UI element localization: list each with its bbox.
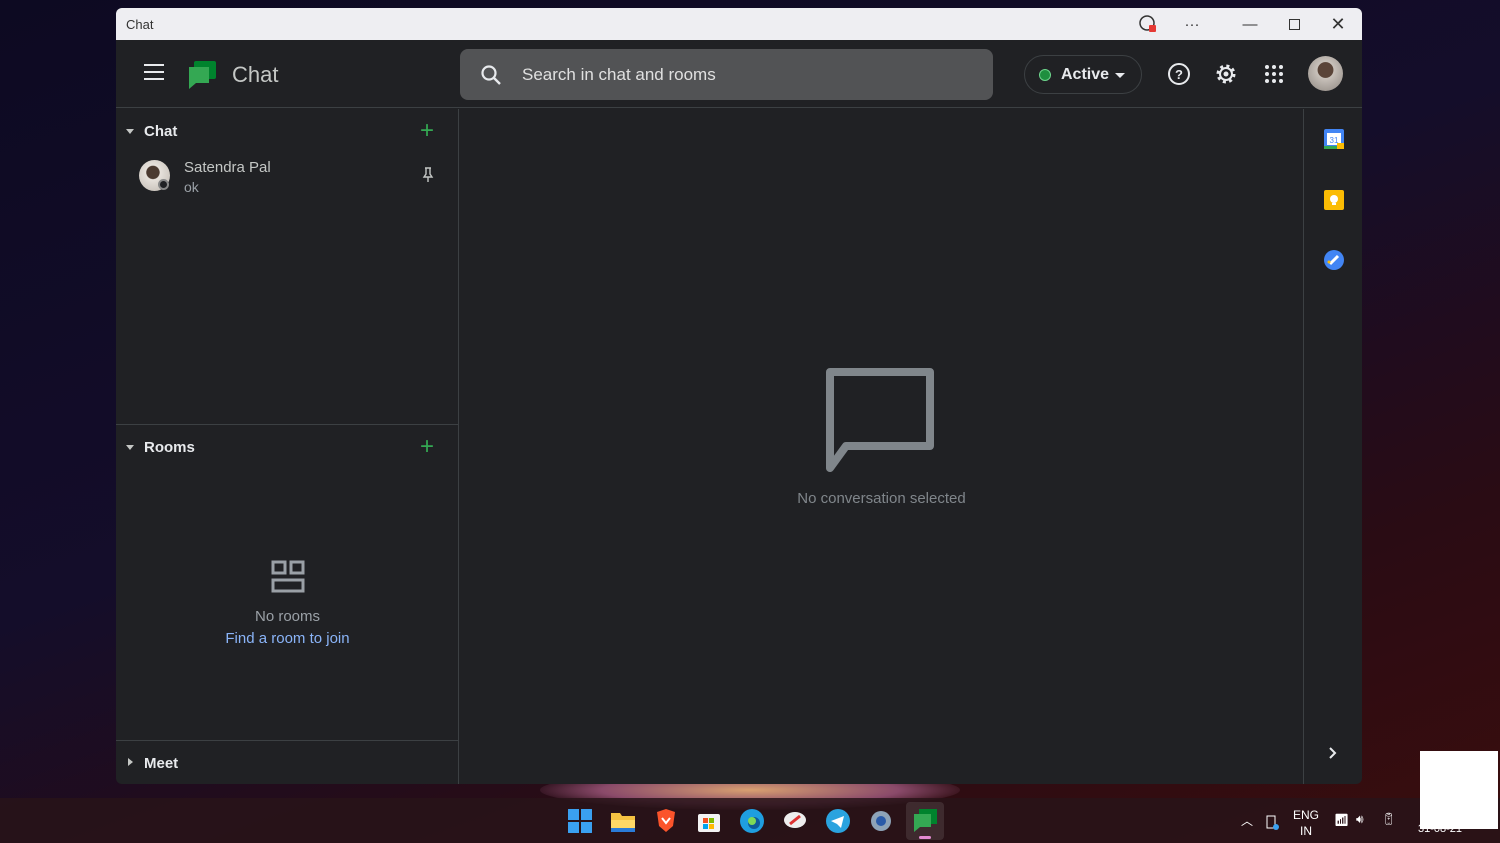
chat-section-header[interactable]: Chat + (116, 111, 459, 151)
section-divider (116, 424, 459, 425)
tasks-icon[interactable] (1324, 250, 1344, 270)
settings-gear-icon[interactable] (1214, 62, 1238, 86)
app-icon[interactable] (782, 808, 808, 834)
contact-name: Satendra Pal (184, 159, 271, 176)
no-rooms-text: No rooms (254, 608, 321, 625)
chat-section-label: Chat (144, 123, 178, 140)
overlay-box (1420, 751, 1498, 829)
language-indicator[interactable]: ENG IN (1293, 807, 1319, 839)
minimize-button[interactable]: — (1228, 8, 1272, 40)
rooms-empty-state: No rooms Find a room to join (116, 559, 459, 647)
caret-down-icon (1115, 73, 1125, 78)
file-explorer-icon[interactable] (610, 808, 636, 834)
side-panel: 31 (1303, 109, 1362, 784)
more-options-button[interactable]: ··· (1170, 8, 1214, 40)
conversation-area: No conversation selected (460, 109, 1303, 784)
settings-icon[interactable] (868, 808, 894, 834)
region-code: IN (1300, 824, 1312, 838)
collapse-arrow-icon (126, 445, 134, 450)
google-chat-taskbar-icon (914, 809, 937, 832)
close-button[interactable]: ✕ (1316, 8, 1360, 40)
status-dot-icon (1039, 69, 1051, 81)
google-apps-icon[interactable] (1262, 62, 1286, 86)
new-chat-plus-icon[interactable]: + (420, 119, 434, 143)
start-icon[interactable] (567, 808, 593, 834)
rooms-icon (271, 560, 304, 593)
app-header: Chat Search in chat and rooms Active ? (116, 40, 1362, 108)
chat-bubble-icon (826, 368, 934, 472)
section-divider (116, 740, 459, 741)
taskbar: ︿ ENG IN 📶︎ 🔊︎ 🔋︎ 31-08-21 (0, 798, 1500, 843)
meet-section-label: Meet (144, 755, 179, 772)
help-icon[interactable]: ? (1167, 62, 1191, 86)
presence-icon (158, 179, 169, 190)
rooms-section-label: Rooms (144, 439, 195, 456)
status-label: Active (1061, 66, 1110, 83)
status-dropdown[interactable]: Active (1024, 55, 1142, 94)
volume-icon[interactable]: 🔊︎ (1356, 812, 1364, 827)
keep-icon[interactable] (1324, 190, 1344, 210)
telegram-icon[interactable] (825, 808, 851, 834)
find-room-link[interactable]: Find a room to join (116, 630, 459, 647)
google-chat-taskbar-button[interactable] (906, 802, 944, 840)
search-placeholder: Search in chat and rooms (522, 65, 716, 84)
language-code: ENG (1293, 808, 1320, 822)
app-title: Chat (232, 62, 279, 87)
battery-charging-icon[interactable]: 🔋︎ (1381, 812, 1396, 826)
search-icon (481, 65, 501, 85)
expand-panel-chevron-icon[interactable] (1328, 746, 1338, 760)
svg-text:?: ? (1175, 67, 1183, 82)
last-message: ok (184, 179, 199, 195)
title-bar: Chat ··· — ✕ (116, 8, 1362, 40)
google-chat-logo-icon (189, 61, 216, 89)
main-menu-button[interactable] (144, 64, 164, 80)
chat-window: Chat ··· — ✕ Chat Search in chat and roo… (116, 8, 1362, 784)
left-navigation: Chat + Satendra Pal ok Rooms + No rooms … (116, 109, 459, 784)
edge-icon[interactable] (739, 808, 765, 834)
search-input[interactable]: Search in chat and rooms (460, 49, 993, 100)
battery-saver-icon[interactable] (1265, 814, 1279, 830)
microsoft-store-icon[interactable] (696, 808, 722, 834)
wifi-icon[interactable]: 📶︎ (1334, 813, 1349, 827)
new-room-plus-icon[interactable]: + (420, 435, 434, 459)
conversation-item[interactable]: Satendra Pal ok (116, 153, 459, 199)
pin-icon[interactable] (422, 167, 434, 183)
cookie-blocked-icon[interactable] (1126, 8, 1170, 40)
expand-arrow-icon (128, 758, 133, 766)
rooms-section-header[interactable]: Rooms + (116, 427, 459, 467)
window-title: Chat (126, 16, 154, 32)
no-conversation-text: No conversation selected (797, 490, 966, 507)
account-avatar[interactable] (1308, 56, 1343, 91)
brave-icon[interactable] (653, 808, 679, 834)
collapse-arrow-icon (126, 129, 134, 134)
show-hidden-icons-icon[interactable]: ︿ (1241, 812, 1253, 829)
calendar-icon[interactable]: 31 (1324, 129, 1344, 149)
maximize-button[interactable] (1272, 8, 1316, 40)
meet-section-header[interactable]: Meet (116, 743, 459, 783)
